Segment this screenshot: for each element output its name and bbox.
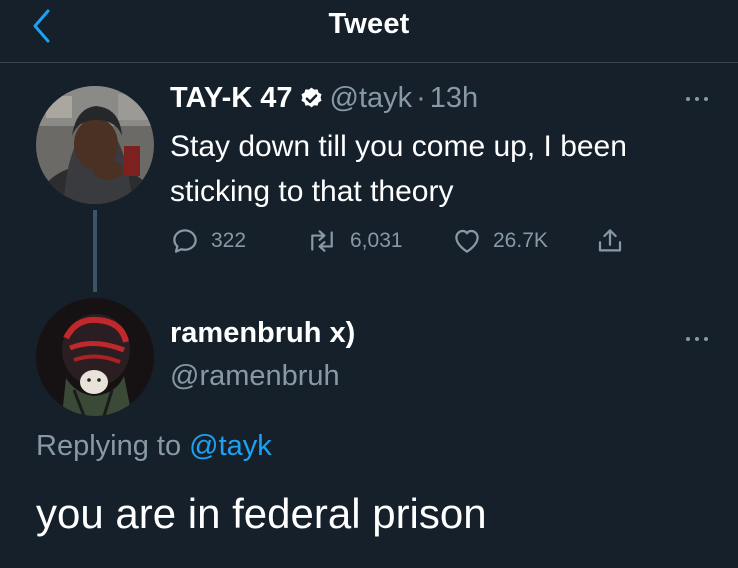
share-button[interactable] [595,226,625,256]
tweet-text: Stay down till you come up, I been stick… [170,130,627,208]
reply-tweet-text: you are in federal prison [36,490,487,537]
more-options-button[interactable] [684,94,714,104]
reply-count: 322 [211,229,247,252]
thread-connector [93,210,97,292]
avatar-ramenbruh[interactable] [36,298,154,416]
author-handle[interactable]: @tayk [330,82,413,115]
reply-more-options-button[interactable] [684,334,714,344]
tweet-timestamp[interactable]: 13h [430,82,478,115]
tweet-actions: 322 6,031 26.7K [170,226,640,260]
more-icon [686,97,690,101]
author-name[interactable]: TAY-K 47 [170,82,293,115]
retweet-button[interactable]: 6,031 [305,226,403,256]
replying-prefix: Replying to [36,430,182,462]
like-count: 26.7K [493,229,548,252]
retweet-count: 6,031 [350,229,403,252]
tweet-header: TAY-K 47 @tayk · 13h [170,82,478,115]
like-button[interactable]: 26.7K [452,226,548,256]
reply-author-handle[interactable]: @ramenbruh [170,360,340,393]
separator-dot: · [416,82,426,114]
reply-author-name[interactable]: ramenbruh x) [170,317,355,350]
heart-icon [455,229,479,253]
more-icon [686,337,690,341]
top-bar: Tweet [0,0,738,63]
retweet-icon [311,230,333,252]
page-title: Tweet [328,8,410,40]
reply-icon [173,229,197,253]
replying-to-link[interactable]: @tayk [189,430,272,462]
replying-to-line: Replying to @tayk [36,430,272,463]
reply-button[interactable]: 322 [170,226,246,256]
share-icon [598,229,622,252]
verified-badge-icon [301,87,321,108]
avatar-tayk[interactable] [36,86,154,204]
